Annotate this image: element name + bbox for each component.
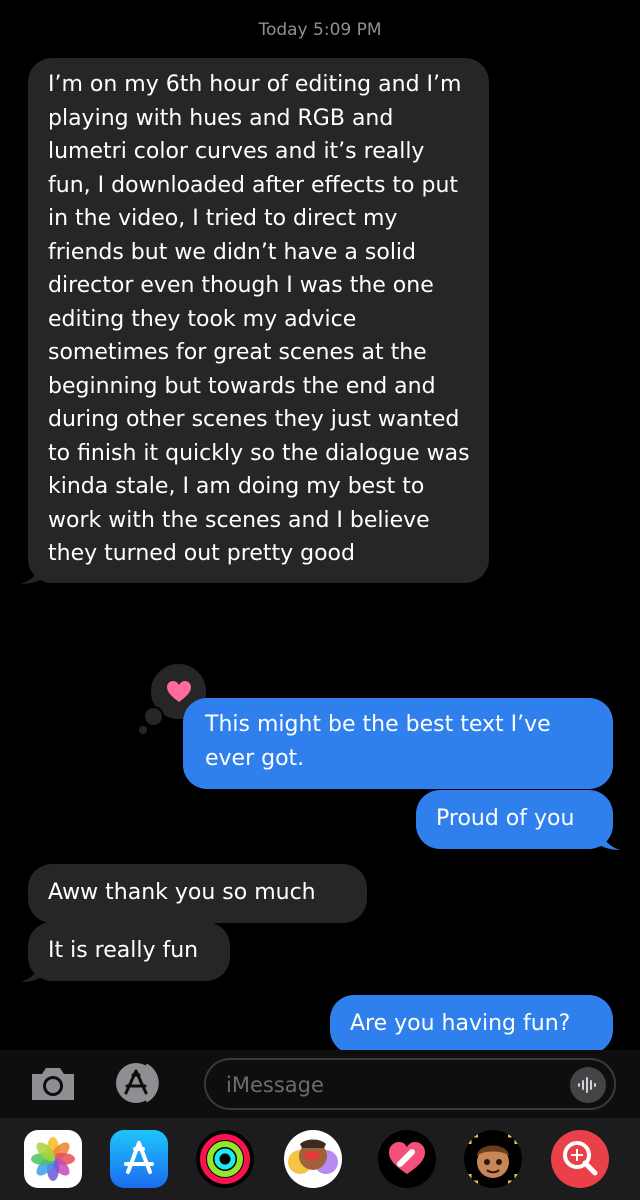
images-search-app-icon[interactable] <box>551 1130 609 1188</box>
app-store-icon[interactable] <box>112 1060 172 1106</box>
message-text: Aww thank you so much <box>48 880 316 905</box>
bubble-tail <box>21 960 43 982</box>
received-message-bubble[interactable]: I’m on my 6th hour of editing and I’m pl… <box>21 58 489 584</box>
heart-icon <box>166 680 191 702</box>
tapback-bubble-dot <box>139 726 147 734</box>
message-text: Are you having fun? <box>350 1011 571 1036</box>
received-message-bubble[interactable]: It is really fun <box>21 922 230 982</box>
sent-message-bubble[interactable]: This might be the best text I’ve ever go… <box>183 698 613 789</box>
message-timestamp: Today 5:09 PM <box>0 20 640 40</box>
message-text: It is really fun <box>48 938 199 963</box>
message-input-field[interactable] <box>204 1058 616 1110</box>
timestamp-day: Today <box>258 20 308 40</box>
message-input[interactable] <box>224 1060 548 1110</box>
bubble-tail <box>21 561 43 584</box>
memoji-stickers-app-icon[interactable] <box>284 1130 342 1188</box>
tapback-bubble-dot <box>143 706 164 727</box>
sent-message-bubble[interactable]: Are you having fun? <box>330 995 613 1054</box>
camera-icon[interactable] <box>28 1064 78 1104</box>
message-text: This might be the best text I’ve ever go… <box>205 712 551 771</box>
memoji-app-icon[interactable] <box>464 1130 522 1188</box>
received-message-bubble[interactable]: Aww thank you so much <box>28 864 367 923</box>
message-text: I’m on my 6th hour of editing and I’m pl… <box>48 72 470 566</box>
digital-touch-app-icon[interactable] <box>378 1130 436 1188</box>
activity-app-icon[interactable] <box>196 1130 254 1188</box>
bubble-tail <box>598 828 620 850</box>
sent-message-bubble[interactable]: Proud of you <box>416 790 620 850</box>
photos-app-icon[interactable] <box>24 1130 82 1188</box>
message-text: Proud of you <box>436 806 575 831</box>
timestamp-time: 5:09 PM <box>313 20 382 40</box>
audio-waveform-icon[interactable] <box>570 1067 606 1103</box>
app-store-app-icon[interactable] <box>110 1130 168 1188</box>
